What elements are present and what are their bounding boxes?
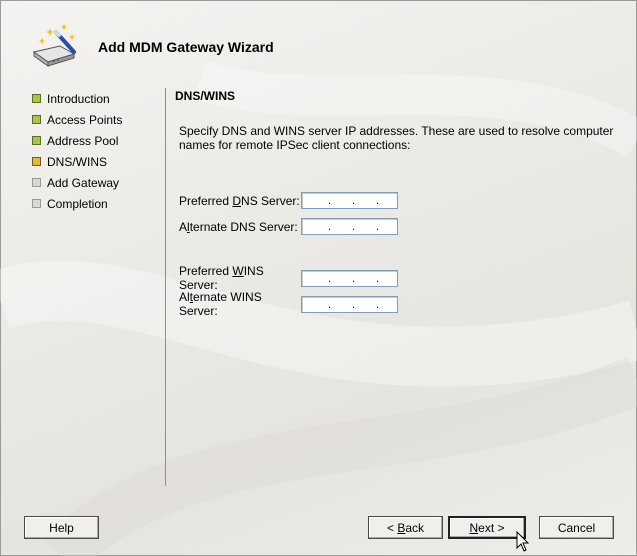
alternate-dns-row: Alternate DNS Server: ... <box>179 218 398 235</box>
preferred-dns-row: Preferred DNS Server: ... <box>179 192 398 209</box>
step-address-pool: Address Pool <box>32 130 122 151</box>
step-completion: Completion <box>32 193 122 214</box>
wizard-steps: Introduction Access Points Address Pool … <box>32 88 122 214</box>
step-pending-icon <box>32 199 41 208</box>
step-pending-icon <box>32 178 41 187</box>
step-label: DNS/WINS <box>47 154 107 169</box>
step-label: Introduction <box>47 91 110 106</box>
step-done-icon <box>32 115 41 124</box>
preferred-dns-field[interactable]: ... <box>301 192 398 209</box>
wizard-title: Add MDM Gateway Wizard <box>98 39 274 55</box>
gateway-wizard-icon <box>32 24 76 67</box>
next-button[interactable]: Next > <box>448 516 526 539</box>
step-done-icon <box>32 94 41 103</box>
step-add-gateway: Add Gateway <box>32 172 122 193</box>
step-dns-wins: DNS/WINS <box>32 151 122 172</box>
step-current-icon <box>32 157 41 166</box>
alternate-wins-field[interactable]: ... <box>301 295 398 313</box>
step-introduction: Introduction <box>32 88 122 109</box>
help-button[interactable]: Help <box>24 516 99 539</box>
step-label: Add Gateway <box>47 175 120 190</box>
step-label: Completion <box>47 196 108 211</box>
vertical-divider <box>165 88 166 486</box>
mouse-pointer-icon <box>516 531 530 552</box>
section-title: DNS/WINS <box>175 89 235 103</box>
back-button[interactable]: < Back <box>368 516 443 539</box>
alternate-wins-row: Alternate WINS Server: ... <box>179 290 398 318</box>
preferred-dns-label: Preferred DNS Server: <box>179 193 300 208</box>
preferred-wins-row: Preferred WINS Server: ... <box>179 264 398 292</box>
alternate-dns-label: Alternate DNS Server: <box>179 219 298 234</box>
preferred-wins-label: Preferred WINS Server: <box>179 264 264 292</box>
cancel-button[interactable]: Cancel <box>539 516 614 539</box>
alternate-wins-label: Alternate WINS Server: <box>179 290 262 318</box>
step-label: Access Points <box>47 112 123 127</box>
step-access-points: Access Points <box>32 109 122 130</box>
step-label: Address Pool <box>47 133 119 148</box>
step-done-icon <box>32 136 41 145</box>
page-description: Specify DNS and WINS server IP addresses… <box>179 124 614 152</box>
alternate-dns-field[interactable]: ... <box>301 218 398 235</box>
preferred-wins-field[interactable]: ... <box>301 269 398 287</box>
